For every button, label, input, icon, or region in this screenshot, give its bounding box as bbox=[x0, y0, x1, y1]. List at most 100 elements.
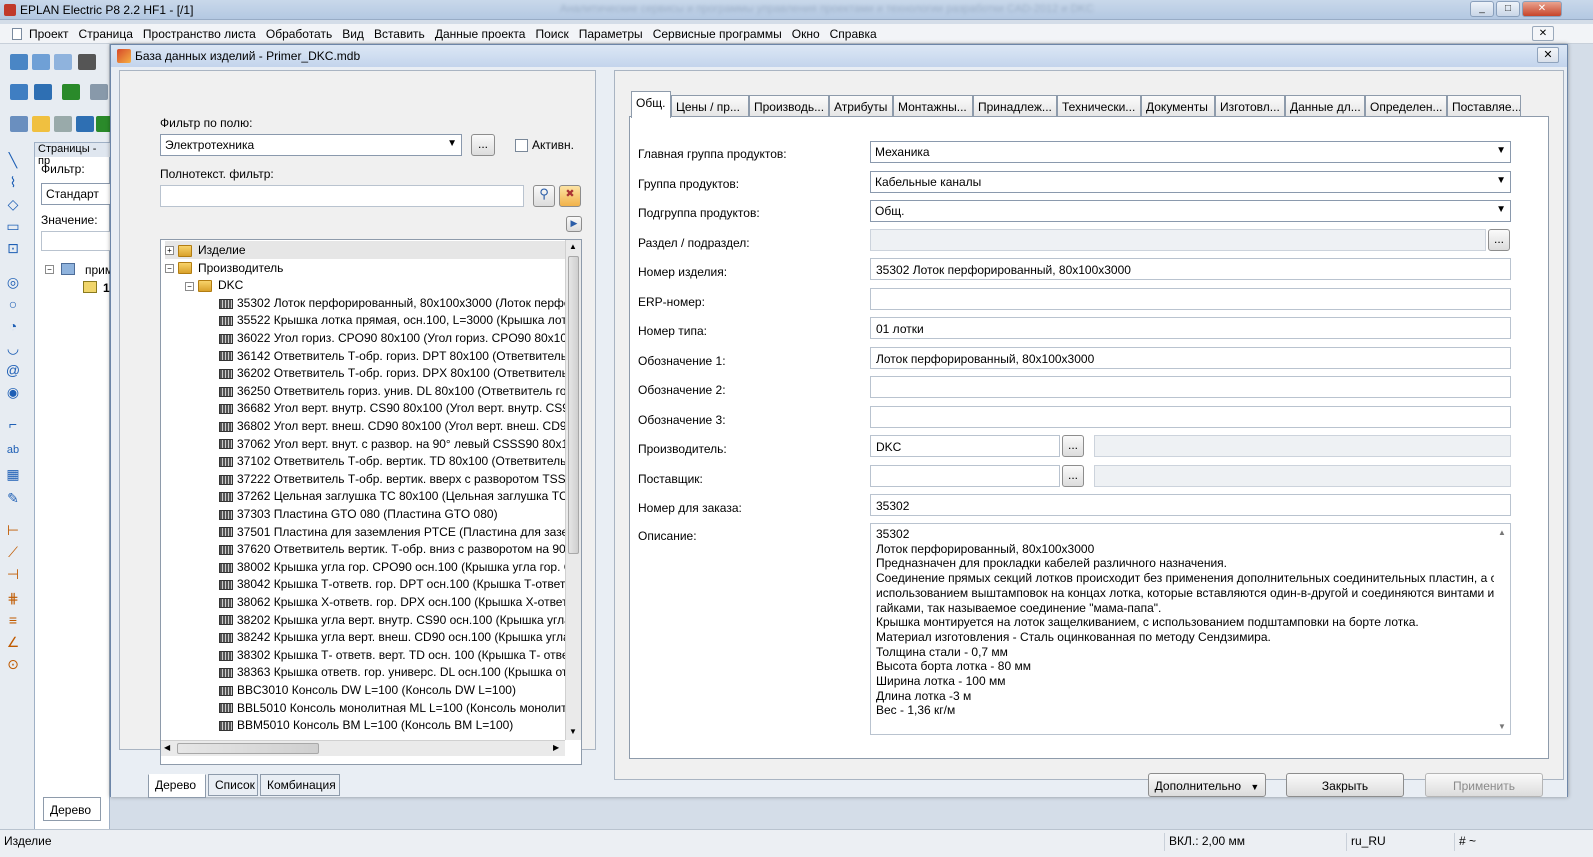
graphics-icon[interactable] bbox=[34, 84, 52, 100]
tab-data-for[interactable]: Данные дл... bbox=[1285, 95, 1365, 117]
tab-general[interactable]: Общ. bbox=[631, 91, 671, 118]
arc-tool-icon[interactable]: ◔ bbox=[5, 318, 21, 334]
tab-documents[interactable]: Документы bbox=[1141, 95, 1215, 117]
supplier-input[interactable] bbox=[870, 465, 1060, 487]
subgroup-combo[interactable]: Общ. ▼ bbox=[870, 200, 1511, 222]
open-project-icon[interactable] bbox=[32, 54, 50, 70]
tree-expander[interactable]: − bbox=[165, 263, 174, 273]
dialog-close-button[interactable]: ✕ bbox=[1537, 47, 1559, 63]
tree-part-row[interactable]: 37303 Пластина GTO 080 (Пластина GTO 080… bbox=[219, 505, 498, 523]
tree-part-row[interactable]: BBL5010 Консоль монолитная ML L=100 (Кон… bbox=[219, 699, 565, 717]
tree-expander[interactable]: − bbox=[185, 281, 194, 291]
print-icon[interactable] bbox=[78, 54, 96, 70]
manufacturer-input[interactable]: DKC bbox=[870, 435, 1060, 457]
tree-part-row[interactable]: 38062 Крышка Х-ответв. гор. DPX осн.100 … bbox=[219, 593, 565, 611]
tree-part-row[interactable]: 35302 Лоток перфорированный, 80x100x3000… bbox=[219, 294, 565, 312]
tree-row-manufacturer[interactable]: − Производитель bbox=[165, 259, 283, 277]
tab-accessories[interactable]: Принадлеж... bbox=[973, 95, 1057, 117]
structure-box-icon[interactable]: ⊡ bbox=[5, 240, 21, 256]
main-group-combo[interactable]: Механика ▼ bbox=[870, 141, 1511, 163]
designation1-input[interactable]: Лоток перфорированный, 80x100x3000 bbox=[870, 347, 1511, 369]
supplier-browse-button[interactable]: ... bbox=[1062, 465, 1084, 487]
dimension-tool-icon[interactable]: ⊢ bbox=[5, 522, 21, 538]
spiral-tool-icon[interactable]: @ bbox=[5, 362, 21, 378]
scroll-up-arrow-icon[interactable]: ▲ bbox=[569, 242, 577, 251]
tree-horizontal-scrollbar[interactable]: ◀ ▶ bbox=[161, 740, 565, 756]
pages-tree-child[interactable]: 1 bbox=[103, 281, 110, 295]
designation2-input[interactable] bbox=[870, 376, 1511, 398]
description-textarea[interactable]: 35302 Лоток перфорированный, 80x100x3000 П… bbox=[870, 523, 1511, 735]
menu-layout-space[interactable]: Пространство листа bbox=[138, 24, 261, 41]
dimension3-tool-icon[interactable]: ⊣ bbox=[5, 566, 21, 582]
cut-icon[interactable] bbox=[10, 116, 28, 132]
tree-part-row[interactable]: BBC3010 Консоль DW L=100 (Консоль DW L=1… bbox=[219, 681, 516, 699]
menu-page[interactable]: Страница bbox=[74, 24, 138, 41]
close-button[interactable]: ✕ bbox=[1522, 1, 1562, 17]
menu-utilities[interactable]: Сервисные программы bbox=[648, 24, 787, 41]
dimension4-tool-icon[interactable]: ⋕ bbox=[5, 590, 21, 606]
pages-value-input[interactable] bbox=[41, 231, 111, 251]
tab-prices[interactable]: Цены / пр... bbox=[671, 95, 749, 117]
tree-row-dkc[interactable]: − DKC bbox=[185, 276, 243, 294]
expand-pane-button[interactable]: ▶ bbox=[566, 216, 582, 232]
tree-part-row[interactable]: 37262 Цельная заглушка TC 80x100 (Цельна… bbox=[219, 487, 565, 505]
description-scrollbar[interactable]: ▲ ▼ bbox=[1494, 524, 1510, 734]
menu-edit[interactable]: Обработать bbox=[261, 24, 337, 41]
field-filter-combo[interactable]: Электротехника ▼ bbox=[160, 134, 462, 156]
tree-part-row[interactable]: 35522 Крышка лотка прямая, осн.100, L=30… bbox=[219, 311, 565, 329]
radius-tool-icon[interactable]: ⊙ bbox=[5, 656, 21, 672]
tab-manufacturing[interactable]: Изготовл... bbox=[1215, 95, 1285, 117]
tree-part-row[interactable]: 36022 Угол гориз. CPO90 80x100 (Угол гор… bbox=[219, 329, 565, 347]
tree-row-parts[interactable]: + Изделие bbox=[165, 241, 565, 259]
tree-part-row[interactable]: 36250 Ответвитель гориз. унив. DL 80x100… bbox=[219, 382, 565, 400]
manufacturer-browse-button[interactable]: ... bbox=[1062, 435, 1084, 457]
close-dialog-button[interactable]: Закрыть bbox=[1286, 773, 1404, 797]
tree-part-row[interactable]: BBM5010 Консоль BM L=100 (Консоль BM L=1… bbox=[219, 716, 513, 734]
page-icon[interactable] bbox=[54, 54, 72, 70]
search-button[interactable]: ⚲ bbox=[533, 185, 555, 207]
image-tool-icon[interactable]: ▦ bbox=[5, 466, 21, 482]
pages-tree-expander[interactable]: − bbox=[45, 265, 54, 274]
table-icon[interactable] bbox=[90, 84, 108, 100]
field-filter-browse-button[interactable]: ... bbox=[471, 134, 495, 156]
pages-tree-root[interactable]: прим bbox=[85, 263, 113, 277]
polygon-tool-icon[interactable]: ◇ bbox=[5, 196, 21, 212]
scroll-down-arrow-icon[interactable]: ▼ bbox=[1498, 720, 1506, 734]
pages-filter-combo[interactable]: Стандарт bbox=[41, 183, 111, 205]
text-tool-icon[interactable]: ab bbox=[5, 442, 21, 458]
arc2-tool-icon[interactable]: ◡ bbox=[5, 340, 21, 356]
tree-expander[interactable]: + bbox=[165, 246, 174, 256]
menu-help[interactable]: Справка bbox=[825, 24, 882, 41]
menu-project[interactable]: Проект bbox=[24, 24, 74, 41]
tree-vertical-scrollbar[interactable]: ▲ ▼ bbox=[565, 240, 581, 740]
fulltext-filter-input[interactable] bbox=[160, 185, 524, 207]
paste-icon[interactable] bbox=[54, 116, 72, 132]
tree-part-row[interactable]: 38042 Крышка Т-ответв. гор. DPT осн.100 … bbox=[219, 575, 565, 593]
dimension5-tool-icon[interactable]: ≡ bbox=[5, 612, 21, 628]
apply-button[interactable]: Применить bbox=[1425, 773, 1543, 797]
menu-options[interactable]: Параметры bbox=[574, 24, 648, 41]
tree-part-row[interactable]: 37102 Ответвитель Т-обр. вертик. TD 80x1… bbox=[219, 452, 565, 470]
copy-icon[interactable] bbox=[32, 116, 50, 132]
angle-tool-icon[interactable]: ∠ bbox=[5, 634, 21, 650]
tree-part-row[interactable]: 38002 Крышка угла гор. CPO90 осн.100 (Кр… bbox=[219, 558, 565, 576]
menu-project-data[interactable]: Данные проекта bbox=[430, 24, 531, 41]
undo-icon[interactable] bbox=[76, 116, 94, 132]
tree-part-row[interactable]: 38302 Крышка Т- ответв. верт. TD осн. 10… bbox=[219, 646, 565, 664]
circle-tool-icon[interactable]: ◎ bbox=[5, 274, 21, 290]
order-number-input[interactable]: 35302 bbox=[870, 494, 1511, 516]
tab-tree[interactable]: Дерево bbox=[148, 774, 206, 798]
tree-part-row[interactable]: 37501 Пластина для заземления PTCE (Плас… bbox=[219, 523, 565, 541]
tab-list[interactable]: Список bbox=[208, 774, 258, 796]
tab-technical[interactable]: Технически... bbox=[1057, 95, 1141, 117]
polyline-tool-icon[interactable]: ⌇ bbox=[5, 174, 21, 190]
eye-tool-icon[interactable]: ◉ bbox=[5, 384, 21, 400]
menu-insert[interactable]: Вставить bbox=[369, 24, 430, 41]
menu-search[interactable]: Поиск bbox=[530, 24, 573, 41]
group-combo[interactable]: Кабельные каналы ▼ bbox=[870, 171, 1511, 193]
new-project-icon[interactable] bbox=[10, 54, 28, 70]
part-number-input[interactable]: 35302 Лоток перфорированный, 80x100x3000 bbox=[870, 258, 1511, 280]
tree-part-row[interactable]: 38363 Крышка ответв. гор. универс. DL ос… bbox=[219, 663, 565, 681]
scroll-down-arrow-icon[interactable]: ▼ bbox=[569, 727, 577, 736]
pencil-tool-icon[interactable]: ✎ bbox=[5, 490, 21, 506]
